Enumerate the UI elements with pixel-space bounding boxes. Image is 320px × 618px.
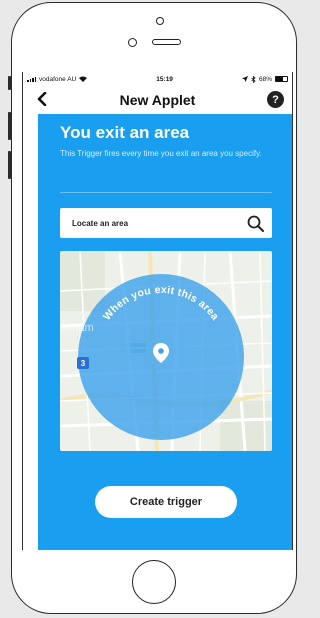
signal-icon bbox=[27, 76, 36, 82]
create-trigger-button[interactable]: Create trigger bbox=[95, 486, 237, 518]
trigger-heading: You exit an area bbox=[60, 123, 190, 142]
locate-area-input[interactable] bbox=[72, 218, 232, 228]
page-title: New Applet bbox=[119, 92, 196, 108]
device-stage: vodafone AU 15:19 68% New Applet ? You e… bbox=[0, 0, 305, 618]
battery-icon bbox=[275, 76, 288, 82]
area-map[interactable]: When you exit this area enham 3 bbox=[60, 251, 272, 451]
route-number: 3 bbox=[81, 359, 86, 368]
trigger-panel: You exit an area This Trigger fires ever… bbox=[38, 114, 292, 550]
divider bbox=[60, 192, 272, 193]
carrier-label: vodafone AU bbox=[39, 75, 77, 83]
back-button[interactable] bbox=[37, 91, 47, 110]
status-bar: vodafone AU 15:19 68% bbox=[23, 72, 292, 86]
locate-area-field[interactable] bbox=[60, 208, 272, 238]
front-sensor bbox=[156, 17, 164, 25]
location-arrow-icon bbox=[241, 76, 248, 82]
map-canvas: When you exit this area enham 3 bbox=[60, 251, 272, 451]
trigger-description: This Trigger fires every time you exit a… bbox=[60, 149, 262, 158]
battery-percent: 68% bbox=[258, 75, 272, 83]
map-place-label: enham bbox=[60, 322, 94, 334]
front-camera bbox=[128, 38, 137, 47]
status-left: vodafone AU bbox=[27, 75, 88, 83]
status-time: 15:19 bbox=[156, 75, 173, 83]
chevron-left-icon bbox=[37, 91, 47, 107]
search-icon[interactable] bbox=[247, 215, 264, 232]
help-button[interactable]: ? bbox=[267, 91, 284, 108]
status-right: 68% bbox=[241, 75, 288, 83]
home-button[interactable] bbox=[132, 560, 176, 604]
earpiece-speaker bbox=[152, 39, 181, 45]
wifi-icon bbox=[79, 76, 88, 82]
navigation-bar: New Applet ? bbox=[23, 86, 292, 114]
screen: vodafone AU 15:19 68% New Applet ? You e… bbox=[22, 72, 293, 550]
bluetooth-icon bbox=[251, 75, 256, 83]
